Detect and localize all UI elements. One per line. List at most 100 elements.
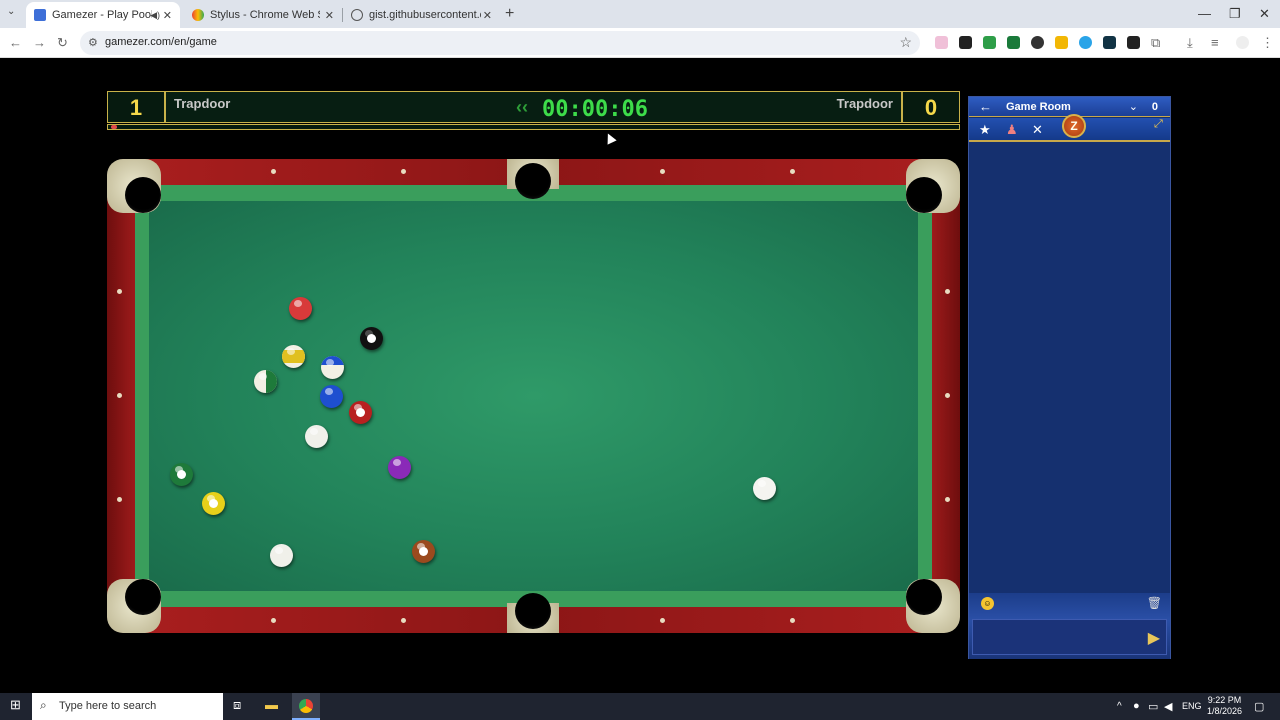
trash-icon[interactable]: 🗑 — [1147, 596, 1162, 610]
clock[interactable]: 9:22 PM 1/8/2026 — [1207, 695, 1242, 717]
diamond — [945, 393, 950, 398]
tray-chevron-up-icon[interactable]: ^ — [1117, 701, 1122, 712]
close-tab-icon[interactable]: ✕ — [483, 9, 492, 22]
tools-icon[interactable]: ✕ — [1032, 122, 1043, 138]
globe-icon — [351, 9, 363, 21]
chat-area: ☺ 🗑 ▶ — [969, 593, 1170, 659]
extension-icon[interactable] — [1127, 36, 1140, 49]
pool-table[interactable] — [107, 159, 960, 633]
smiley-icon[interactable]: ☺ — [981, 597, 994, 610]
pocket — [125, 579, 161, 615]
expand-icon[interactable]: ⤢ — [1154, 118, 1163, 131]
minimize-icon[interactable]: — — [1198, 6, 1211, 21]
diamond — [271, 618, 276, 623]
extensions-puzzle-icon[interactable]: ⧉ — [1151, 35, 1160, 51]
close-tab-icon[interactable]: ✕ — [325, 9, 334, 22]
language-indicator[interactable]: ENG — [1182, 701, 1202, 711]
ball-white — [270, 544, 293, 567]
extension-icon[interactable] — [1079, 36, 1092, 49]
restore-icon[interactable]: ❐ — [1229, 6, 1241, 22]
diamond — [117, 289, 122, 294]
extension-icon[interactable] — [959, 36, 972, 49]
tab-gist[interactable]: gist.githubusercontent.com/Tra ✕ — [343, 2, 500, 28]
ball-stripe-blue — [321, 356, 344, 379]
volume-icon[interactable]: ◀ — [1164, 700, 1172, 713]
task-view-icon[interactable]: ⧈ — [233, 697, 241, 713]
diamond — [660, 169, 665, 174]
forward-icon[interactable]: → — [33, 35, 46, 50]
tab-title: gist.githubusercontent.com/Tra — [369, 9, 481, 21]
extension-icon[interactable] — [935, 36, 948, 49]
close-window-icon[interactable]: ✕ — [1259, 6, 1270, 22]
diamond — [660, 618, 665, 623]
back-icon[interactable]: ← — [9, 35, 22, 50]
pocket — [515, 163, 551, 199]
omnibox[interactable]: ⚙ gamezer.com/en/game ☆ — [80, 31, 920, 55]
media-control-icon[interactable]: ≡ — [1211, 35, 1219, 50]
right-player-name: Trapdoor — [836, 96, 893, 111]
shield-extension-icon[interactable] — [983, 36, 996, 49]
chrome-icon — [299, 699, 313, 713]
menu-dots-icon[interactable]: ⋮ — [1261, 35, 1274, 51]
new-tab-button[interactable]: + — [505, 5, 514, 23]
avatar[interactable] — [1236, 36, 1249, 49]
left-score: 1 — [107, 91, 165, 123]
close-tab-icon[interactable]: ✕ — [163, 9, 172, 22]
gamezer-logo: Z — [1062, 114, 1086, 138]
file-explorer-icon[interactable]: ▬ — [265, 697, 278, 712]
taskbar-search[interactable]: ⌕ Type here to search — [32, 693, 223, 720]
pocket — [515, 593, 551, 629]
chat-input[interactable]: ▶ — [972, 619, 1167, 655]
pocket — [906, 177, 942, 213]
ball-solid-brown — [412, 540, 435, 563]
diamond — [790, 169, 795, 174]
chrome-taskbar-button[interactable] — [292, 693, 320, 720]
notification-icon[interactable]: ▢ — [1254, 700, 1264, 713]
extension-icon[interactable] — [1103, 36, 1116, 49]
speaker-icon[interactable]: ◀) — [150, 10, 160, 21]
reload-icon[interactable]: ↻ — [57, 35, 68, 51]
send-arrow-icon[interactable]: ▶ — [1148, 628, 1160, 648]
ball-solid-maroon — [349, 401, 372, 424]
ball-solid-blue — [320, 385, 343, 408]
diamond — [945, 497, 950, 502]
diamond — [271, 169, 276, 174]
left-player-name: Trapdoor — [174, 96, 231, 111]
user-icon[interactable]: ♟ — [1006, 122, 1018, 138]
diamond — [401, 169, 406, 174]
mouse-cursor — [603, 131, 617, 145]
download-icon[interactable]: ⤓ — [1187, 35, 1193, 51]
ball-solid-green — [170, 463, 193, 486]
game-timer: 00:00:06 — [542, 97, 648, 122]
star-icon[interactable]: ★ — [979, 122, 991, 138]
chevron-down-icon[interactable]: ⌄ — [1129, 100, 1138, 113]
ball-stripe-yellow — [282, 345, 305, 368]
right-score: 0 — [902, 91, 960, 123]
url-text[interactable]: gamezer.com/en/game — [105, 36, 217, 48]
room-count: 0 — [1151, 101, 1158, 113]
ball-white — [305, 425, 328, 448]
panel-title: Game Room — [1006, 101, 1071, 113]
site-info-icon[interactable]: ⚙ — [88, 36, 98, 49]
tab-gamezer[interactable]: Gamezer - Play Pool and Bi ◀) ✕ — [26, 2, 180, 28]
pocket — [125, 177, 161, 213]
tab-search-icon[interactable]: ⌄ — [7, 6, 15, 17]
windows-start-icon[interactable]: ⊞ — [10, 697, 21, 713]
network-icon[interactable]: ▭ — [1148, 700, 1158, 713]
tab-title: Gamezer - Play Pool and Bi — [52, 9, 152, 21]
cue-ball[interactable] — [753, 477, 776, 500]
extension-icon[interactable] — [1031, 36, 1044, 49]
tab-stylus[interactable]: Stylus - Chrome Web Store ✕ — [184, 2, 343, 28]
back-arrow-icon[interactable]: ← — [979, 99, 992, 114]
extension-icon[interactable] — [1007, 36, 1020, 49]
table-felt[interactable] — [149, 201, 918, 591]
diamond — [401, 618, 406, 623]
bookmark-star-icon[interactable]: ☆ — [899, 34, 912, 51]
player-name-bar: Trapdoor ‹‹ 00:00:06 Trapdoor — [165, 91, 902, 123]
microphone-icon[interactable]: ● — [1133, 700, 1140, 712]
pencil-extension-icon[interactable] — [1055, 36, 1068, 49]
ball-solid-yellow — [202, 492, 225, 515]
address-bar: ← → ↻ ⚙ gamezer.com/en/game ☆ ⧉ ⤓ ≡ ⋮ — [0, 28, 1280, 58]
search-placeholder: Type here to search — [59, 700, 157, 712]
shot-timer-marker — [111, 125, 117, 129]
